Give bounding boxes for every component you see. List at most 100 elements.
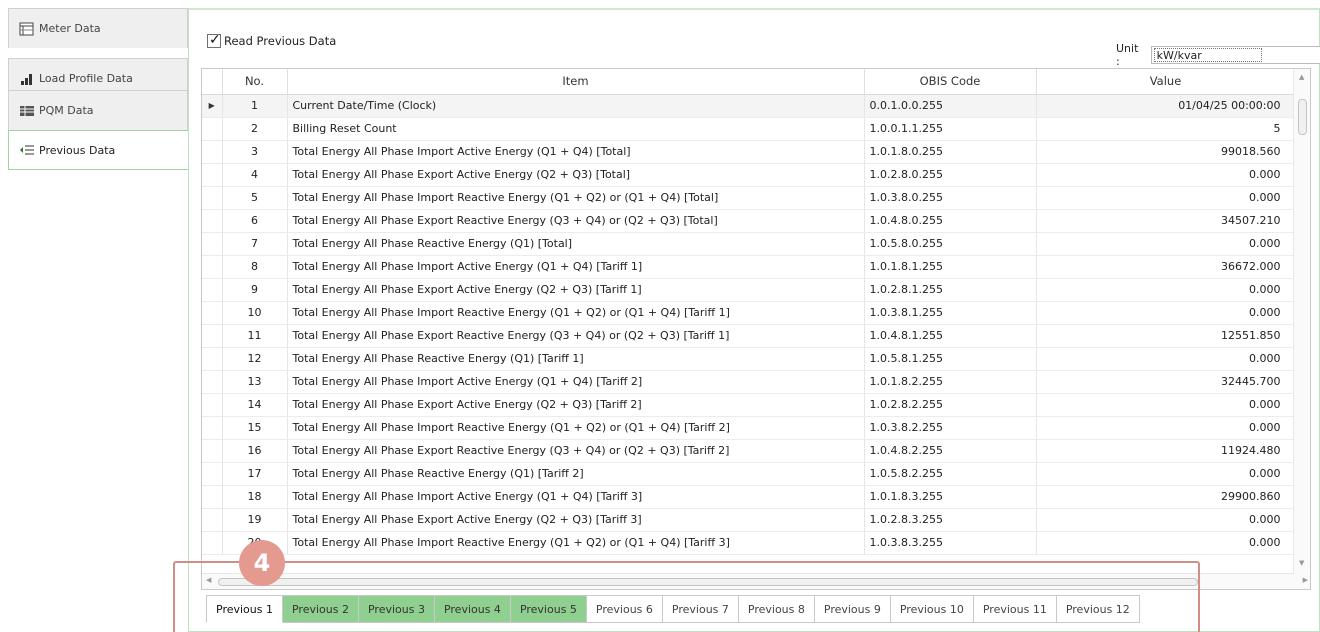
table-row[interactable]: 12 Total Energy All Phase Reactive Energy… — [202, 347, 1296, 371]
table-row[interactable]: 3 Total Energy All Phase Import Active En… — [202, 140, 1296, 164]
cell-item: Total Energy All Phase Export Reactive E… — [287, 439, 865, 463]
vertical-scrollbar[interactable]: ▲ ▼ — [1293, 69, 1310, 589]
tab-previous-8[interactable]: Previous 8 — [738, 595, 815, 623]
cell-no: 12 — [222, 347, 288, 371]
cell-obis: 1.0.0.1.1.255 — [864, 117, 1037, 141]
row-indicator — [202, 186, 223, 210]
row-indicator — [202, 485, 223, 509]
table-row[interactable]: 17 Total Energy All Phase Reactive Energy… — [202, 462, 1296, 486]
tab-previous-1[interactable]: Previous 1 — [206, 595, 283, 623]
table-row[interactable]: 8 Total Energy All Phase Import Active En… — [202, 255, 1296, 279]
cell-obis: 0.0.1.0.0.255 — [864, 94, 1037, 118]
table-row[interactable]: 2 Billing Reset Count 1.0.0.1.1.255 5 — [202, 117, 1296, 141]
cell-item: Total Energy All Phase Export Active Ene… — [287, 508, 865, 532]
cell-no: 11 — [222, 324, 288, 348]
cell-value: 0.000 — [1036, 347, 1296, 371]
scroll-down-icon[interactable]: ▼ — [1299, 559, 1304, 567]
column-header-no[interactable]: No. — [222, 69, 288, 95]
cell-obis: 1.0.3.8.1.255 — [864, 301, 1037, 325]
row-indicator — [202, 508, 223, 532]
table-row[interactable]: 18 Total Energy All Phase Import Active E… — [202, 485, 1296, 509]
table-row[interactable]: 13 Total Energy All Phase Import Active E… — [202, 370, 1296, 394]
table-row[interactable]: 20Total Energy All Phase Import Reactive… — [202, 531, 1296, 555]
cell-item: Total Energy All Phase Import Reactive E… — [287, 186, 865, 210]
cell-value: 0.000 — [1036, 163, 1296, 187]
table-row[interactable]: 9 Total Energy All Phase Export Active En… — [202, 278, 1296, 302]
table-row[interactable]: 14 Total Energy All Phase Export Active E… — [202, 393, 1296, 417]
row-indicator — [202, 370, 223, 394]
tab-previous-12[interactable]: Previous 12 — [1056, 595, 1140, 623]
data-table: No. Item OBIS Code Value ▶ 1 Current Date/… — [202, 69, 1296, 555]
row-indicator — [202, 255, 223, 279]
table-row[interactable]: 15 Total Energy All Phase Import Reactive… — [202, 416, 1296, 440]
table-row[interactable]: 7 Total Energy All Phase Reactive Energy … — [202, 232, 1296, 256]
read-previous-data-checkbox[interactable]: Read Previous Data — [207, 32, 337, 48]
horizontal-scrollbar[interactable]: ◀ ▶ — [202, 573, 1308, 589]
row-indicator — [202, 347, 223, 371]
scrollbar-thumb[interactable] — [218, 578, 1198, 586]
scroll-right-icon[interactable]: ▶ — [1303, 576, 1308, 584]
table-icon — [19, 22, 35, 36]
column-header-obis[interactable]: OBIS Code — [864, 69, 1037, 95]
grid-icon — [19, 104, 35, 118]
column-header-item[interactable]: Item — [287, 69, 865, 95]
cell-item: Total Energy All Phase Reactive Energy (… — [287, 462, 865, 486]
table-row[interactable]: 4 Total Energy All Phase Export Active En… — [202, 163, 1296, 187]
cell-no: 18 — [222, 485, 288, 509]
row-indicator — [202, 416, 223, 440]
tab-previous-2[interactable]: Previous 2 — [282, 595, 359, 623]
cell-no: 16 — [222, 439, 288, 463]
cell-item: Total Energy All Phase Import Active Ene… — [287, 370, 865, 394]
sidebar-item-pqm-data[interactable]: PQM Data — [8, 90, 188, 130]
checkbox-checked-icon[interactable] — [207, 32, 221, 48]
cell-value: 0.000 — [1036, 301, 1296, 325]
cell-item: Total Energy All Phase Export Active Ene… — [287, 163, 865, 187]
tab-previous-5[interactable]: Previous 5 — [510, 595, 587, 623]
tab-previous-6[interactable]: Previous 6 — [586, 595, 663, 623]
tab-previous-9[interactable]: Previous 9 — [814, 595, 891, 623]
row-indicator — [202, 324, 223, 348]
scroll-left-icon[interactable]: ◀ — [206, 576, 211, 584]
table-row[interactable]: 19 Total Energy All Phase Export Active E… — [202, 508, 1296, 532]
scroll-up-icon[interactable]: ▲ — [1299, 73, 1304, 81]
tab-previous-4[interactable]: Previous 4 — [434, 595, 511, 623]
table-row[interactable]: ▶ 1 Current Date/Time (Clock) 0.0.1.0.0.255… — [202, 94, 1296, 118]
table-row[interactable]: 16 Total Energy All Phase Export Reactive… — [202, 439, 1296, 463]
unit-label: Unit : — [1116, 42, 1139, 68]
tab-previous-10[interactable]: Previous 10 — [890, 595, 974, 623]
row-indicator — [202, 439, 223, 463]
unit-dropdown[interactable]: kW/kvar ▼ — [1150, 46, 1320, 64]
row-indicator — [202, 531, 223, 555]
cell-no: 7 — [222, 232, 288, 256]
cell-value: 34507.210 — [1036, 209, 1296, 233]
row-indicator — [202, 278, 223, 302]
cell-value: 99018.560 — [1036, 140, 1296, 164]
row-indicator — [202, 232, 223, 256]
table-row[interactable]: 5 Total Energy All Phase Import Reactive … — [202, 186, 1296, 210]
read-previous-data-label: Read Previous Data — [224, 34, 337, 48]
cell-obis: 1.0.4.8.0.255 — [864, 209, 1037, 233]
cell-no: 3 — [222, 140, 288, 164]
sidebar-item-meter-data[interactable]: Meter Data — [8, 8, 188, 48]
cell-obis: 1.0.5.8.0.255 — [864, 232, 1037, 256]
cell-obis: 1.0.2.8.2.255 — [864, 393, 1037, 417]
table-row[interactable]: 11 Total Energy All Phase Export Reactive… — [202, 324, 1296, 348]
cell-no: 10 — [222, 301, 288, 325]
tab-previous-7[interactable]: Previous 7 — [662, 595, 739, 623]
sidebar-item-previous-data[interactable]: Previous Data — [8, 130, 188, 170]
cell-value: 0.000 — [1036, 462, 1296, 486]
scrollbar-thumb[interactable] — [1298, 99, 1307, 135]
tab-previous-3[interactable]: Previous 3 — [358, 595, 435, 623]
sidebar-item-label: Load Profile Data — [39, 72, 133, 85]
column-header-value[interactable]: Value — [1036, 69, 1296, 95]
cell-obis: 1.0.3.8.2.255 — [864, 416, 1037, 440]
cell-item: Current Date/Time (Clock) — [287, 94, 865, 118]
previous-data-grid[interactable]: No. Item OBIS Code Value ▶ 1 Current Date/… — [201, 68, 1311, 590]
cell-item: Total Energy All Phase Import Active Ene… — [287, 485, 865, 509]
table-row[interactable]: 10 Total Energy All Phase Import Reactive… — [202, 301, 1296, 325]
tab-previous-11[interactable]: Previous 11 — [973, 595, 1057, 623]
table-row[interactable]: 6 Total Energy All Phase Export Reactive … — [202, 209, 1296, 233]
row-indicator-header — [202, 69, 223, 95]
cell-value: 32445.700 — [1036, 370, 1296, 394]
current-row-icon: ▶ — [202, 94, 223, 118]
